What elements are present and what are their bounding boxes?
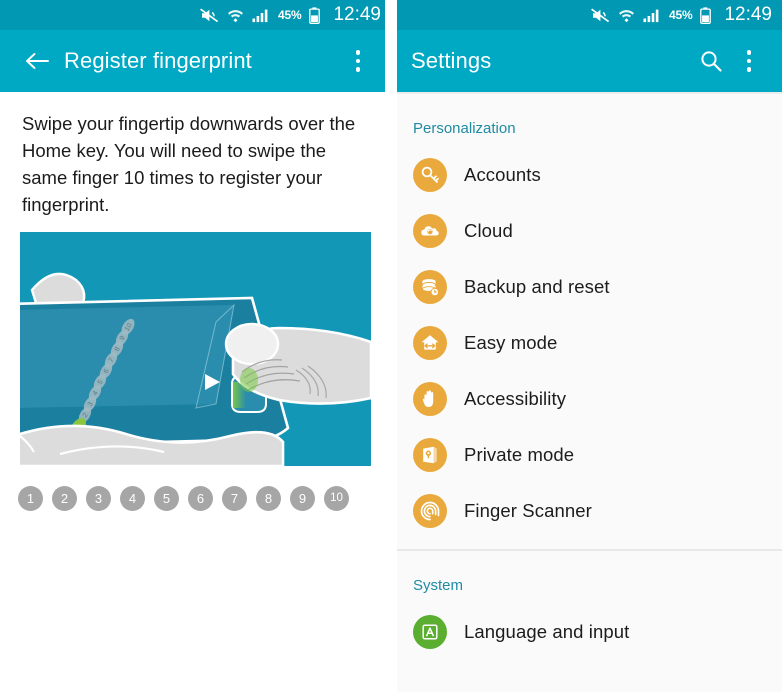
settings-item-label: Accounts bbox=[464, 164, 541, 185]
settings-item-label: Finger Scanner bbox=[464, 500, 592, 521]
back-button[interactable] bbox=[20, 45, 52, 77]
step-indicator: 8 bbox=[256, 486, 281, 511]
app-bar-register-fingerprint: Register fingerprint bbox=[0, 30, 391, 92]
settings-item-easy-mode[interactable]: Easy mode bbox=[391, 315, 782, 371]
register-fingerprint-screen: 45% 12:49 Register fingerprint Swipe you… bbox=[0, 0, 391, 692]
cloud-icon bbox=[413, 214, 447, 248]
search-button[interactable] bbox=[692, 42, 730, 80]
page-title-right: Settings bbox=[411, 48, 492, 73]
section-header-personalization: Personalization bbox=[413, 120, 516, 137]
battery-icon bbox=[700, 6, 712, 24]
settings-item-label: Private mode bbox=[464, 444, 575, 465]
overflow-menu-button-right[interactable] bbox=[730, 42, 768, 80]
panel-separator bbox=[385, 0, 397, 692]
settings-item-label: Easy mode bbox=[464, 332, 558, 353]
back-arrow-icon bbox=[25, 53, 49, 69]
step-indicator: 7 bbox=[222, 486, 247, 511]
key-icon bbox=[413, 158, 447, 192]
settings-item-accounts[interactable]: Accounts bbox=[391, 147, 782, 203]
mute-icon bbox=[591, 8, 610, 22]
settings-list[interactable]: Personalization Accounts Cloud Backup an… bbox=[391, 92, 782, 692]
database-icon bbox=[413, 270, 447, 304]
clock-label-left: 12:49 bbox=[333, 4, 381, 25]
system-rows: Language and input bbox=[391, 594, 782, 660]
step-indicator: 10 bbox=[324, 486, 349, 511]
illustration-container: 10 9 8 7 6 5 4 3 2 1 bbox=[0, 218, 391, 466]
instruction-text: Swipe your fingertip downwards over the … bbox=[22, 113, 356, 215]
wifi-icon bbox=[619, 9, 635, 22]
status-icons-left: 45% 12:49 bbox=[200, 4, 381, 26]
fingerprint-icon bbox=[413, 494, 447, 528]
status-bar-right: 45% 12:49 bbox=[391, 0, 782, 30]
signal-icon bbox=[643, 9, 659, 22]
lock-folder-icon bbox=[413, 438, 447, 472]
settings-item-language-and-input[interactable]: Language and input bbox=[391, 604, 782, 660]
step-indicator: 6 bbox=[188, 486, 213, 511]
step-indicator: 9 bbox=[290, 486, 315, 511]
letter-a-icon bbox=[413, 615, 447, 649]
settings-item-label: Backup and reset bbox=[464, 276, 610, 297]
battery-percent-label: 45% bbox=[669, 8, 693, 22]
fingerprint-swipe-illustration: 10 9 8 7 6 5 4 3 2 1 bbox=[20, 232, 371, 466]
wifi-icon bbox=[228, 9, 244, 22]
clock-label-right: 12:49 bbox=[724, 4, 772, 25]
app-bar-settings: Settings bbox=[391, 30, 782, 92]
dual-screenshot: 45% 12:49 Register fingerprint Swipe you… bbox=[0, 0, 782, 692]
step-indicator: 4 bbox=[120, 486, 145, 511]
hand-icon bbox=[413, 382, 447, 416]
personalization-rows: Accounts Cloud Backup and reset Easy mod… bbox=[391, 137, 782, 539]
step-indicator: 5 bbox=[154, 486, 179, 511]
step-indicator-list: 1 2 3 4 5 6 7 8 9 10 bbox=[0, 466, 391, 511]
battery-percent-label: 45% bbox=[278, 8, 302, 22]
overflow-menu-icon bbox=[746, 50, 752, 72]
settings-screen: 45% 12:49 Settings Personalization Accou… bbox=[391, 0, 782, 692]
status-bar-left: 45% 12:49 bbox=[0, 0, 391, 30]
status-icons-right: 45% 12:49 bbox=[591, 4, 772, 26]
overflow-menu-icon bbox=[355, 50, 361, 72]
settings-item-label: Cloud bbox=[464, 220, 513, 241]
search-icon bbox=[701, 51, 722, 72]
page-title-left: Register fingerprint bbox=[64, 48, 252, 73]
settings-item-cloud[interactable]: Cloud bbox=[391, 203, 782, 259]
overflow-menu-button-left[interactable] bbox=[339, 42, 377, 80]
settings-item-accessibility[interactable]: Accessibility bbox=[391, 371, 782, 427]
mute-icon bbox=[200, 8, 219, 22]
section-header-system: System bbox=[413, 577, 464, 594]
settings-item-finger-scanner[interactable]: Finger Scanner bbox=[391, 483, 782, 539]
step-indicator: 2 bbox=[52, 486, 77, 511]
settings-item-label: Language and input bbox=[464, 621, 630, 642]
step-indicator: 3 bbox=[86, 486, 111, 511]
settings-item-label: Accessibility bbox=[464, 388, 567, 409]
battery-icon bbox=[309, 6, 321, 24]
step-indicator: 1 bbox=[18, 486, 43, 511]
signal-icon bbox=[252, 9, 268, 22]
settings-item-private-mode[interactable]: Private mode bbox=[391, 427, 782, 483]
home-swap-icon bbox=[413, 326, 447, 360]
settings-item-backup-and-reset[interactable]: Backup and reset bbox=[391, 259, 782, 315]
